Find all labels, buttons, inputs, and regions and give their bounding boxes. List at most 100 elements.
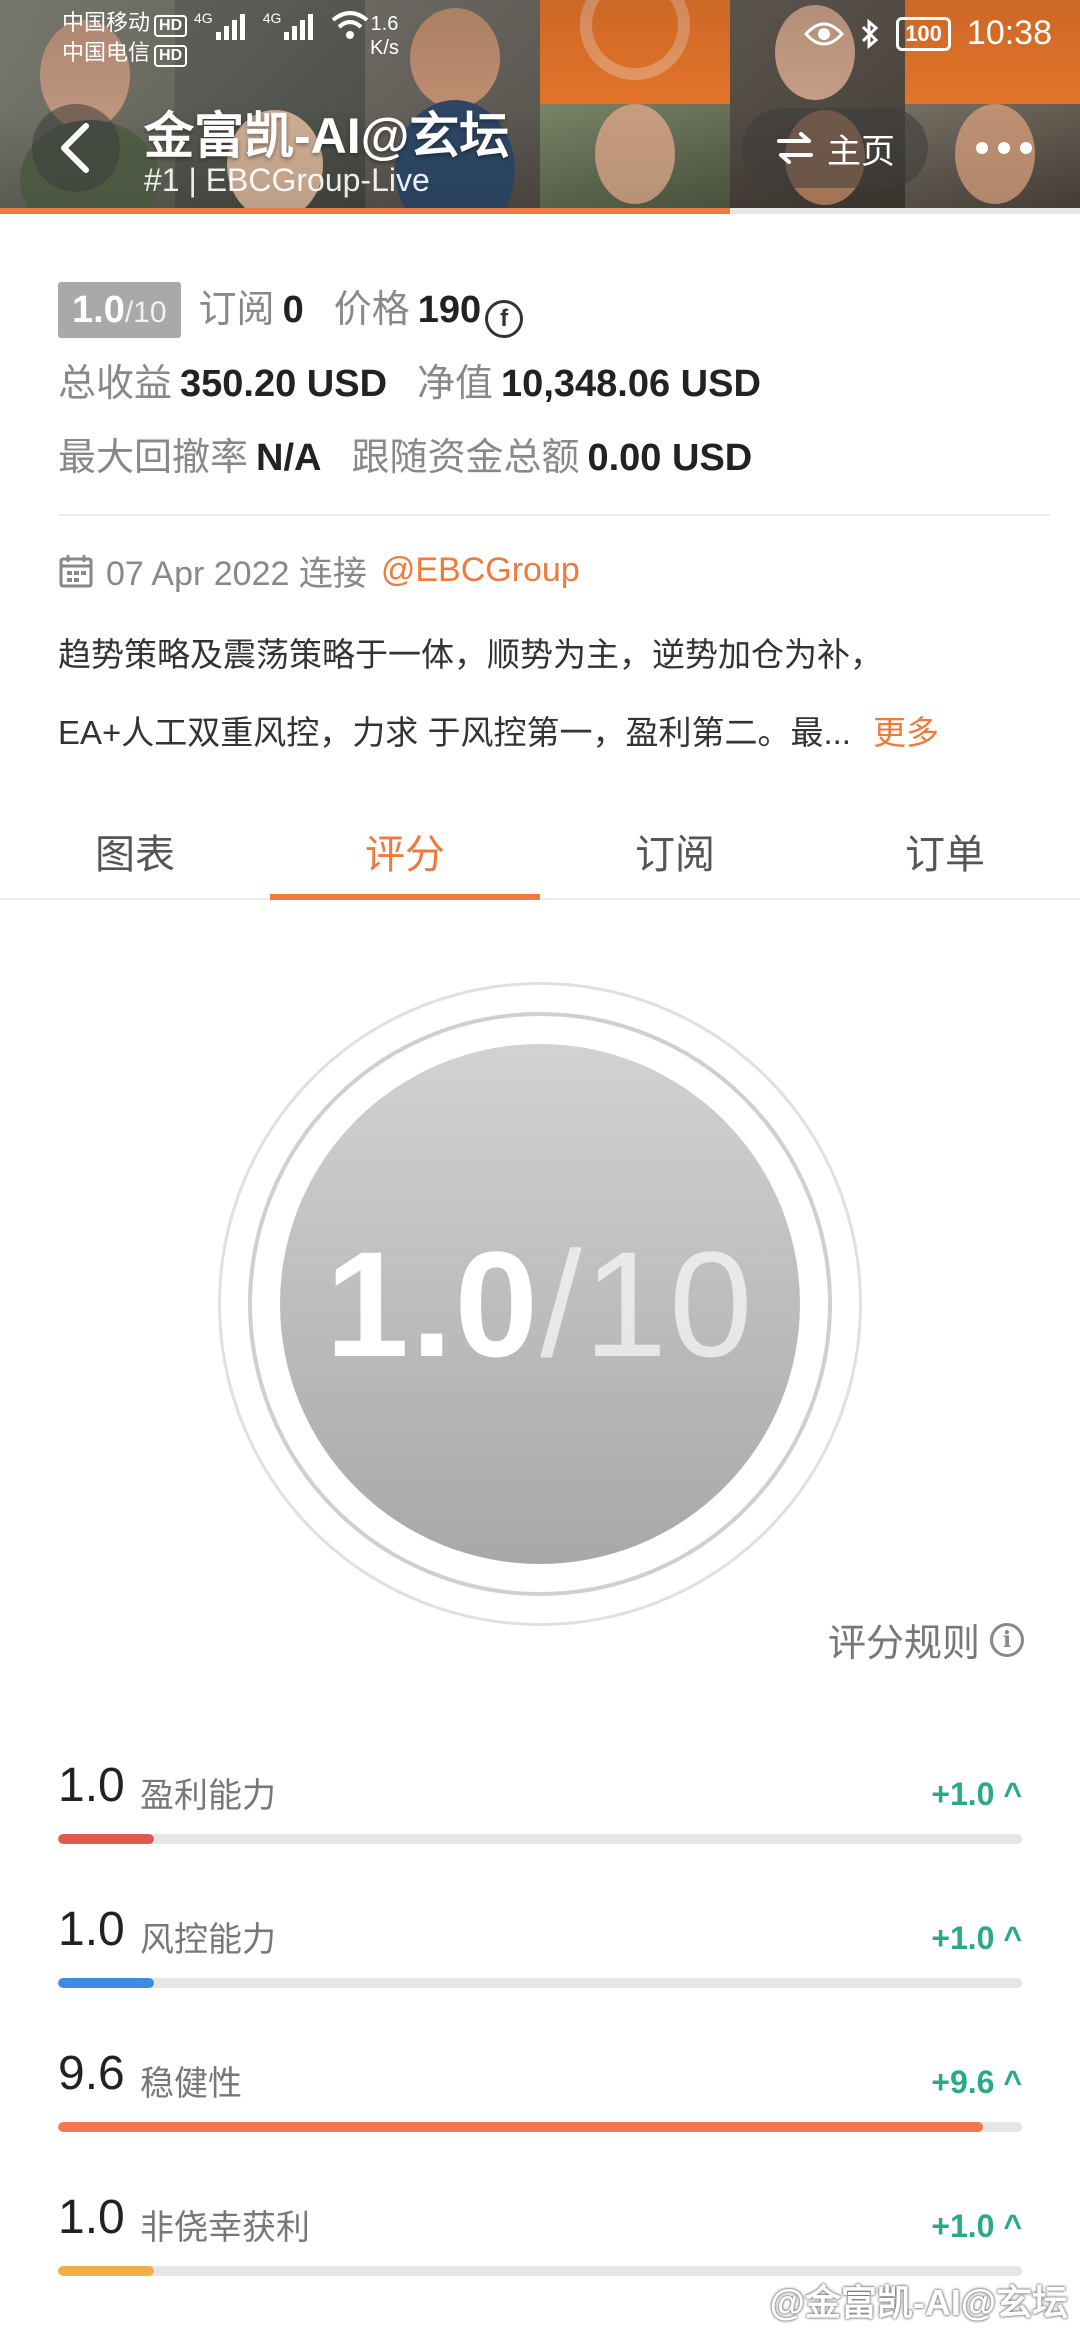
score-value: 1.0 bbox=[325, 1219, 540, 1388]
score-dial: 1.0/10 bbox=[218, 982, 862, 1626]
home-button[interactable]: 主页 bbox=[742, 108, 928, 188]
metric-label: 非侥幸获利 bbox=[140, 2209, 310, 2247]
calendar-icon bbox=[59, 554, 93, 587]
more-options-button[interactable] bbox=[956, 108, 1052, 188]
connection-date: 07 Apr 2022 连接 bbox=[106, 555, 367, 593]
metric-delta-value: +1.0 bbox=[931, 1920, 995, 1956]
header-accent-line bbox=[0, 208, 730, 214]
tab-orders[interactable]: 订单 bbox=[810, 800, 1080, 898]
description-line-1: 趋势策略及震荡策略于一体，顺势为主，逆势加仓为补， bbox=[58, 636, 883, 673]
bluetooth-icon bbox=[862, 18, 879, 49]
metric-progress-track bbox=[58, 1978, 1022, 1988]
metric-delta: +9.6 ^ bbox=[931, 2064, 1022, 2101]
stats-panel: 1.0/10 订阅 0 价格 190 f 总收益 350.20 USD 净值 1… bbox=[58, 278, 1050, 500]
rating-badge-value: 1.0 bbox=[72, 289, 125, 331]
carrier-2: 中国电信 bbox=[62, 40, 151, 65]
score-text: 1.0/10 bbox=[325, 1218, 754, 1391]
metric-progress-fill bbox=[58, 2122, 984, 2132]
metric-profitability: 1.0 盈利能力 +1.0 ^ bbox=[58, 1758, 1022, 1868]
stats-row-2: 总收益 350.20 USD 净值 10,348.06 USD bbox=[58, 352, 1050, 426]
score-disc: 1.0/10 bbox=[280, 1044, 800, 1564]
tab-subscribe[interactable]: 订阅 bbox=[540, 800, 810, 898]
network-type-1: 4G bbox=[194, 10, 213, 26]
status-carriers: 中国移动 HD 中国电信 HD bbox=[62, 8, 188, 68]
rating-rules-link[interactable]: 评分规则 i bbox=[828, 1612, 1024, 1667]
home-button-label: 主页 bbox=[827, 132, 895, 171]
dot-icon bbox=[998, 142, 1010, 154]
metric-stability: 9.6 稳健性 +9.6 ^ bbox=[58, 2046, 1022, 2156]
clock: 10:38 bbox=[966, 14, 1052, 52]
description-line-2: EA+人工双重风控，力求 于风控第一，盈利第二。最... 更多 bbox=[58, 706, 1040, 754]
metric-delta: +1.0 ^ bbox=[931, 2208, 1022, 2245]
metric-delta: +1.0 ^ bbox=[931, 1776, 1022, 1813]
speed-unit: K/s bbox=[370, 37, 399, 59]
tab-bar: 图表 评分 订阅 订单 bbox=[0, 800, 1080, 900]
page-subtitle: #1 | EBCGroup-Live bbox=[144, 162, 430, 198]
metric-delta-value: +9.6 bbox=[931, 2064, 995, 2100]
header-divider-line bbox=[730, 208, 1080, 214]
chevron-left-icon bbox=[61, 123, 89, 173]
wifi-icon bbox=[332, 11, 369, 39]
section-divider bbox=[58, 514, 1050, 516]
stats-row-1: 1.0/10 订阅 0 价格 190 f bbox=[58, 278, 1050, 352]
price-value: 190 bbox=[417, 289, 482, 331]
tab-rating[interactable]: 评分 bbox=[270, 800, 540, 900]
total-profit-label: 总收益 bbox=[58, 363, 173, 405]
chevron-up-icon: ^ bbox=[1003, 2064, 1022, 2100]
tab-chart[interactable]: 图表 bbox=[0, 800, 270, 898]
net-value-label: 净值 bbox=[417, 363, 494, 405]
metric-delta-value: +1.0 bbox=[931, 1776, 995, 1812]
signal-bars-icon bbox=[215, 10, 245, 40]
metric-value: 1.0 bbox=[58, 2191, 125, 2244]
metric-progress-fill bbox=[58, 1834, 155, 1844]
network-type-2: 4G bbox=[262, 10, 282, 26]
metric-value: 1.0 bbox=[58, 1903, 125, 1956]
metric-progress-fill bbox=[58, 1978, 155, 1988]
metric-progress-track bbox=[58, 1834, 1022, 1844]
connection-meta: 07 Apr 2022 连接 @EBCGroup bbox=[58, 546, 580, 595]
eye-icon bbox=[804, 22, 845, 45]
follow-funds-label: 跟随资金总额 bbox=[351, 437, 580, 479]
signal-bars-icon bbox=[284, 10, 314, 40]
subscribe-label: 订阅 bbox=[198, 289, 275, 331]
price-label: 价格 bbox=[333, 289, 410, 331]
back-button[interactable] bbox=[32, 104, 120, 192]
speed-value: 1.6 bbox=[370, 13, 399, 35]
max-drawdown-label: 最大回撤率 bbox=[58, 437, 249, 479]
carrier-1: 中国移动 bbox=[62, 10, 151, 35]
metric-delta-value: +1.0 bbox=[931, 2208, 995, 2244]
network-speed: 1.6 K/s bbox=[370, 12, 399, 60]
rating-badge: 1.0/10 bbox=[58, 282, 181, 338]
metric-label: 盈利能力 bbox=[140, 1777, 276, 1815]
broker-link[interactable]: @EBCGroup bbox=[381, 551, 580, 590]
metric-progress-track bbox=[58, 2122, 1022, 2132]
chevron-up-icon: ^ bbox=[1003, 1776, 1022, 1812]
max-drawdown-value: N/A bbox=[256, 437, 322, 479]
rating-badge-denominator: /10 bbox=[124, 296, 167, 329]
more-link[interactable]: 更多 bbox=[873, 714, 939, 751]
watermark: @金富凯-AI@玄坛 bbox=[769, 2282, 1068, 2323]
metric-progress-fill bbox=[58, 2266, 155, 2276]
net-value-value: 10,348.06 USD bbox=[501, 363, 761, 405]
metric-delta: +1.0 ^ bbox=[931, 1920, 1022, 1957]
metric-value: 1.0 bbox=[58, 1759, 125, 1812]
stats-row-3: 最大回撤率 N/A 跟随资金总额 0.00 USD bbox=[58, 426, 1050, 500]
metric-value: 9.6 bbox=[58, 2047, 125, 2100]
coin-icon: f bbox=[485, 300, 524, 338]
follow-funds-value: 0.00 USD bbox=[587, 437, 753, 479]
signal-indicators: 4G 4G bbox=[194, 10, 369, 40]
swap-icon bbox=[777, 132, 813, 164]
rating-rules-label: 评分规则 bbox=[827, 1623, 980, 1665]
page-title: 金富凯-AI@玄坛 bbox=[144, 108, 510, 164]
dot-icon bbox=[976, 142, 988, 154]
metric-label: 风控能力 bbox=[140, 1921, 276, 1959]
hd-badge: HD bbox=[154, 15, 188, 37]
metric-label: 稳健性 bbox=[140, 2065, 242, 2103]
status-right: 100 10:38 bbox=[804, 14, 1052, 53]
header-banner: 中国移动HD 中国电信HD 4G 4G 1.6 K/s 100 10:38 bbox=[0, 0, 1080, 214]
description-line-2-text: EA+人工双重风控，力求 于风控第一，盈利第二。最... bbox=[58, 714, 851, 751]
chevron-up-icon: ^ bbox=[1003, 1920, 1022, 1956]
subscribe-value: 0 bbox=[282, 289, 304, 331]
info-icon: i bbox=[990, 1622, 1024, 1657]
score-denominator: /10 bbox=[540, 1219, 755, 1388]
